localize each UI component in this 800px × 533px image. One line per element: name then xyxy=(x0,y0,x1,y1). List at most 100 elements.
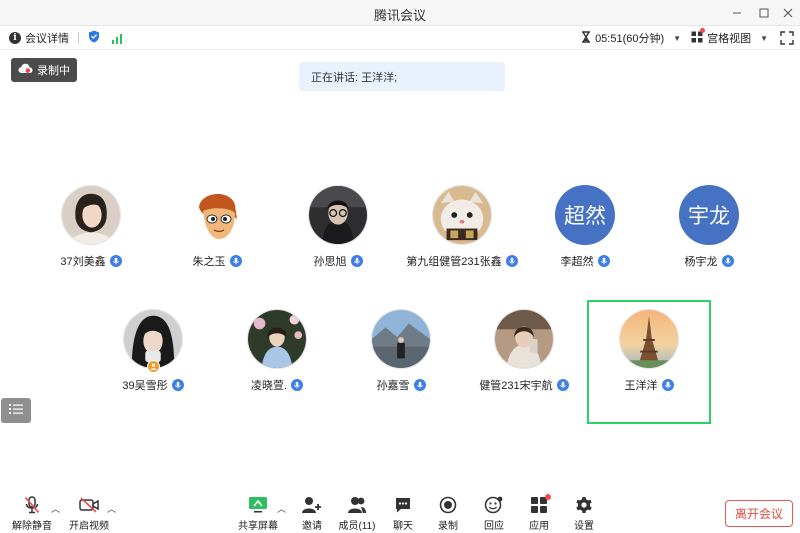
notification-dot xyxy=(545,494,551,500)
meeting-timer[interactable]: 05:51(60分钟) ▼ xyxy=(581,30,681,46)
share-screen-button[interactable]: 共享屏幕 xyxy=(235,496,281,532)
members-icon xyxy=(347,496,367,514)
reaction-label: 回应 xyxy=(484,521,504,532)
participant-name: 健管231宋宇航 xyxy=(479,380,553,392)
unmute-label: 解除静音 xyxy=(12,521,52,532)
share-options-chevron-icon[interactable]: ︿ xyxy=(277,502,286,515)
participant-name: 第九组健管231张鑫 xyxy=(406,256,502,268)
cloud-record-icon xyxy=(18,63,33,77)
members-button[interactable]: 成员(11) xyxy=(334,496,380,532)
avatar: 超然 xyxy=(555,185,615,245)
participant-tile[interactable]: 凌晓萱. xyxy=(214,309,340,433)
participant-tile[interactable]: 孙嘉雪 xyxy=(338,309,464,433)
participant-name: 朱之玉 xyxy=(192,256,226,268)
participant-tile[interactable]: 37刘美鑫 xyxy=(28,185,154,309)
meeting-details-button[interactable]: i 会议详情 xyxy=(9,30,69,46)
microphone-icon xyxy=(229,255,242,267)
invite-button[interactable]: 邀请 xyxy=(289,496,335,532)
chat-button[interactable]: 聊天 xyxy=(380,496,426,532)
avatar xyxy=(494,309,554,369)
view-mode-button[interactable]: 宫格视图 ▼ xyxy=(691,28,768,46)
participant-tile[interactable]: 孙思旭 xyxy=(275,185,401,309)
reaction-icon xyxy=(484,496,504,514)
microphone-icon xyxy=(413,379,426,391)
invite-label: 邀请 xyxy=(302,521,322,532)
participant-name: 王洋洋 xyxy=(624,380,658,392)
chat-icon xyxy=(393,496,413,514)
recording-label: 录制中 xyxy=(37,65,70,77)
microphone-icon xyxy=(597,255,610,267)
unmute-button[interactable]: 解除静音 xyxy=(9,496,55,532)
members-label: 成员(11) xyxy=(338,521,376,532)
view-mode-label: 宫格视图 xyxy=(707,33,752,45)
microphone-icon xyxy=(109,255,122,267)
apps-button[interactable]: 应用 xyxy=(516,494,562,532)
participant-name: 37刘美鑫 xyxy=(60,256,106,268)
signal-strength-icon[interactable] xyxy=(112,33,122,44)
avatar xyxy=(308,185,368,245)
participant-list-toggle[interactable] xyxy=(1,398,31,423)
participant-tile[interactable]: 朱之玉 xyxy=(154,185,280,309)
camera-off-icon xyxy=(79,496,99,514)
record-label: 录制 xyxy=(438,521,458,532)
text-avatar: 超然 xyxy=(555,185,615,245)
participant-tile[interactable]: 39吴雪彤 xyxy=(90,309,216,433)
participant-tile-active-speaker[interactable]: 王洋洋 xyxy=(586,309,712,433)
settings-label: 设置 xyxy=(574,521,594,532)
avatar xyxy=(371,309,431,369)
close-icon[interactable] xyxy=(777,3,799,23)
info-icon: i xyxy=(9,32,21,44)
microphone-icon xyxy=(350,255,363,267)
chat-label: 聊天 xyxy=(393,521,413,532)
leave-meeting-button[interactable]: 离开会议 xyxy=(725,500,793,527)
reaction-button[interactable]: 回应 xyxy=(471,496,517,532)
video-options-chevron-icon[interactable]: ︿ xyxy=(107,502,116,515)
participant-tile[interactable]: 健管231宋宇航 xyxy=(461,309,587,433)
bottom-toolbar: 解除静音 ︿ 开启视频 ︿ 共享屏幕 ︿ 邀请 成员(11) 聊天 录制 回应 … xyxy=(0,488,800,533)
recording-badge[interactable]: 录制中 xyxy=(11,58,77,82)
participant-name: 孙嘉雪 xyxy=(376,380,410,392)
maximize-icon[interactable] xyxy=(753,3,775,23)
add-user-icon xyxy=(302,496,322,514)
settings-button[interactable]: 设置 xyxy=(561,496,607,532)
microphone-icon xyxy=(291,379,304,391)
meeting-info-bar: i 会议详情 05:51(60分钟) ▼ 宫格视图 ▼ xyxy=(0,26,800,50)
avatar xyxy=(432,185,492,245)
notification-dot xyxy=(700,28,706,33)
gear-icon xyxy=(574,496,594,514)
audio-options-chevron-icon[interactable]: ︿ xyxy=(51,502,60,515)
shield-icon[interactable] xyxy=(88,30,100,46)
meeting-details-label: 会议详情 xyxy=(25,33,69,45)
participant-name: 李超然 xyxy=(560,256,594,268)
share-screen-icon xyxy=(248,496,268,514)
participant-name: 凌晓萱. xyxy=(250,380,288,392)
microphone-muted-icon xyxy=(22,496,42,514)
participant-tile[interactable]: 第九组健管231张鑫 xyxy=(399,185,525,309)
list-icon xyxy=(9,402,23,420)
hourglass-icon xyxy=(581,30,591,46)
timer-text: 05:51(60分钟) xyxy=(595,33,665,45)
window-title: 腾讯会议 xyxy=(373,8,426,23)
chevron-down-icon: ▼ xyxy=(760,33,768,43)
microphone-icon xyxy=(721,255,734,267)
microphone-icon xyxy=(171,379,184,391)
minimize-icon[interactable] xyxy=(726,3,748,23)
apps-icon xyxy=(529,494,551,514)
microphone-icon xyxy=(556,379,569,391)
participant-name: 孙思旭 xyxy=(313,256,347,268)
start-video-label: 开启视频 xyxy=(69,521,109,532)
participant-tile[interactable]: 宇龙 杨宇龙 xyxy=(646,185,772,309)
text-avatar: 宇龙 xyxy=(679,185,739,245)
start-video-button[interactable]: 开启视频 xyxy=(66,496,112,532)
host-icon xyxy=(147,360,160,373)
fullscreen-icon[interactable] xyxy=(780,31,794,45)
record-button[interactable]: 录制 xyxy=(425,496,471,532)
chevron-down-icon: ▼ xyxy=(673,33,682,43)
microphone-icon xyxy=(505,255,518,267)
participant-name: 杨宇龙 xyxy=(684,256,718,268)
apps-label: 应用 xyxy=(529,521,549,532)
participant-tile[interactable]: 超然 李超然 xyxy=(522,185,648,309)
divider xyxy=(78,32,79,44)
speaking-indicator: 正在讲话: 王洋洋; xyxy=(299,62,505,91)
avatar xyxy=(187,185,247,245)
